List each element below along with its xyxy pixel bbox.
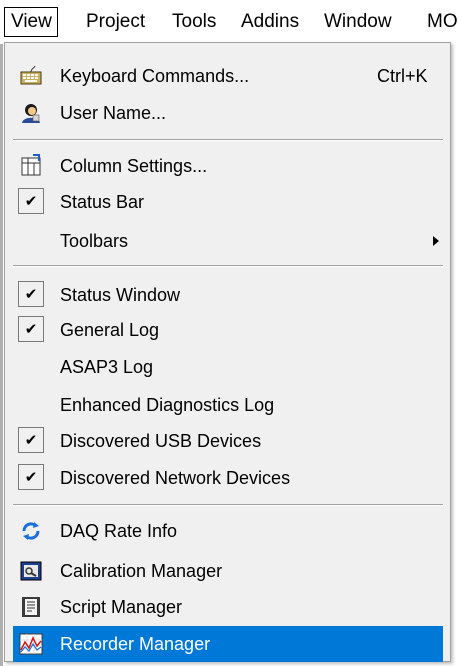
menu-tools[interactable]: Tools [170,8,218,36]
menu-item-discovered-network-devices[interactable]: ✔ Discovered Network Devices [13,460,443,496]
view-dropdown-menu: Keyboard Commands... Ctrl+K User Name... [4,42,451,662]
daq-rate-info-label: DAQ Rate Info [60,521,178,541]
menu-separator [13,139,443,141]
menu-mo[interactable]: MO [425,8,460,36]
check-icon: ✔ [18,427,44,453]
menu-item-enhanced-diagnostics-log[interactable]: Enhanced Diagnostics Log [13,387,443,423]
menu-bar: View Project Tools Addins Window MO [0,0,466,44]
asap3-log-label: ASAP3 Log [60,357,154,377]
menu-item-general-log[interactable]: ✔ General Log [13,312,443,348]
keyboard-commands-label: Keyboard Commands... [60,66,250,86]
discovered-network-devices-label: Discovered Network Devices [60,468,291,488]
submenu-arrow-icon [433,236,439,246]
calibration-icon [19,559,43,583]
menu-item-asap3-log[interactable]: ASAP3 Log [13,349,443,385]
menu-item-user-name[interactable]: User Name... [13,95,443,131]
menu-project[interactable]: Project [84,8,147,36]
menu-separator [13,504,443,506]
recorder-chart-icon [19,632,43,656]
menu-item-script-manager[interactable]: Script Manager [13,589,443,625]
menu-item-status-window[interactable]: ✔ Status Window [13,277,443,313]
general-log-label: General Log [60,320,160,340]
check-icon: ✔ [18,188,44,214]
menu-item-daq-rate-info[interactable]: DAQ Rate Info [13,513,443,549]
toolbars-label: Toolbars [60,231,129,251]
check-icon: ✔ [18,281,44,307]
menu-item-toolbars[interactable]: Toolbars [13,223,443,259]
menu-addins[interactable]: Addins [239,8,301,36]
user-icon [19,101,43,125]
menu-item-column-settings[interactable]: Column Settings... [13,148,443,184]
columns-icon [19,154,43,178]
status-window-label: Status Window [60,285,181,305]
menu-item-status-bar[interactable]: ✔ Status Bar [13,184,443,220]
refresh-icon [19,519,43,543]
check-icon: ✔ [18,464,44,490]
menu-window[interactable]: Window [322,8,394,36]
menu-view[interactable]: View [4,7,58,37]
window-edge [0,0,3,666]
status-bar-label: Status Bar [60,192,145,212]
menu-item-discovered-usb-devices[interactable]: ✔ Discovered USB Devices [13,423,443,459]
calibration-manager-label: Calibration Manager [60,561,223,581]
menu-item-recorder-manager[interactable]: Recorder Manager [13,626,443,662]
keyboard-commands-shortcut: Ctrl+K [377,66,428,86]
check-icon: ✔ [18,316,44,342]
keyboard-icon [19,64,43,88]
enhanced-diagnostics-log-label: Enhanced Diagnostics Log [60,395,275,415]
menu-item-keyboard-commands[interactable]: Keyboard Commands... Ctrl+K [13,58,443,94]
menu-item-calibration-manager[interactable]: Calibration Manager [13,553,443,589]
discovered-usb-devices-label: Discovered USB Devices [60,431,262,451]
script-icon [19,595,43,619]
menu-separator [13,265,443,267]
script-manager-label: Script Manager [60,597,183,617]
recorder-manager-label: Recorder Manager [60,634,211,654]
column-settings-label: Column Settings... [60,156,208,176]
user-name-label: User Name... [60,103,167,123]
